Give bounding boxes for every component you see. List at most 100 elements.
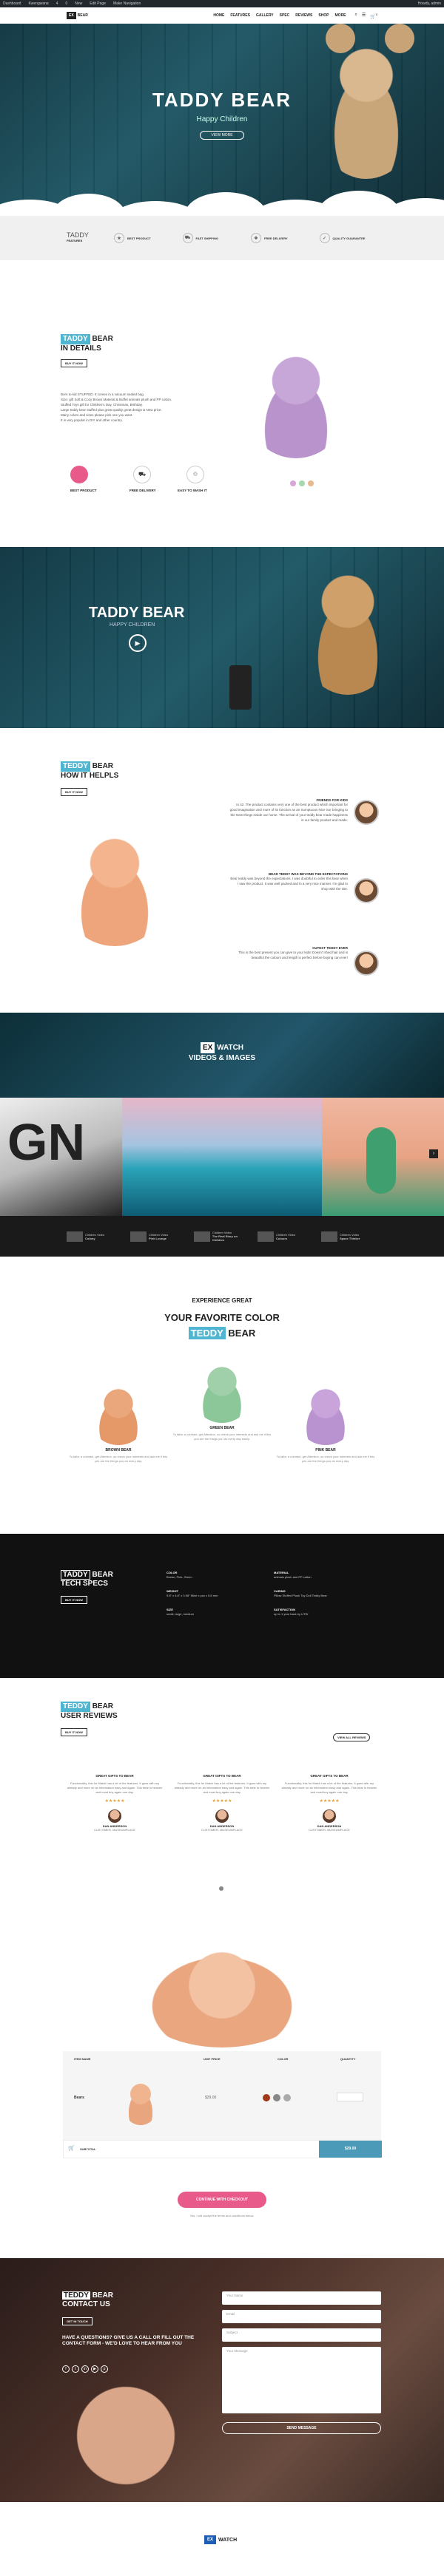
admin-item[interactable]: Kwengwana <box>28 1 48 6</box>
admin-user[interactable]: Howdy, admin <box>418 1 441 6</box>
avatar <box>215 1809 229 1823</box>
play-icon[interactable]: ▶ <box>129 634 147 652</box>
twitter-icon[interactable]: t <box>72 2365 79 2373</box>
subject-field[interactable]: Subject <box>222 2328 381 2342</box>
peach-bear-image <box>59 828 170 946</box>
features-strip: TADDY FEATURES ★ BEST PRODUCT ⛟ FAST SHI… <box>0 216 444 260</box>
spec-item: SATISFACTION up to 1 year back by UTW <box>274 1608 309 1616</box>
menu-item[interactable]: GALLERY <box>256 13 274 18</box>
how-it-helps-section: TEDDY BEAR HOW IT HELPLS BUY IT NOW FRIE… <box>0 754 444 990</box>
admin-item[interactable]: Edit Page <box>90 1 106 6</box>
menu-item[interactable]: SPEC <box>280 13 290 18</box>
spec-item: SIZE small, large, medium <box>166 1608 194 1616</box>
cart-item-name: Bears <box>74 2096 84 2100</box>
colors-section: EXPERIENCE GREAT YOUR FAVORITE COLOR TED… <box>0 1290 444 1526</box>
facebook-icon[interactable]: f <box>62 2365 70 2373</box>
logo-box: EX <box>67 12 76 19</box>
menu-item[interactable]: REVIEWS <box>295 13 312 18</box>
menu-item[interactable]: FEATURES <box>230 13 250 18</box>
video-item[interactable]: Children Video Colony <box>67 1222 123 1251</box>
video-item[interactable]: Children Video The Real Story on Children <box>194 1222 250 1251</box>
color-swatch[interactable] <box>263 2094 270 2101</box>
site-logo[interactable]: EX BEAR <box>67 12 88 19</box>
feature-item: ❖ FREE DELIVERY <box>251 233 309 243</box>
message-field[interactable]: Your Message <box>222 2347 381 2413</box>
videos-header: EX WATCH VIDEOS & IMAGES <box>0 1013 444 1098</box>
icon-label: EASY TO WASH IT <box>178 489 207 492</box>
video-subtitle: HAPPY CHILDREN <box>110 622 155 628</box>
color-card[interactable]: GREEN BEAR To tailor a contract, get Att… <box>170 1364 274 1441</box>
color-swatch[interactable] <box>308 480 314 486</box>
admin-item[interactable]: 4 <box>56 1 58 6</box>
view-reviews-button[interactable]: VIEW ALL REVIEWS <box>333 1733 371 1741</box>
pinterest-icon[interactable]: p <box>101 2365 108 2373</box>
checkout-button[interactable]: CONTINUE WITH CHECKOUT <box>178 2192 266 2208</box>
linkedin-icon[interactable]: in <box>81 2365 89 2373</box>
buy-now-button[interactable]: BUY IT NOW <box>61 359 87 367</box>
hero-subtitle: Happy Children <box>196 115 248 123</box>
cloud-divider <box>0 186 444 216</box>
avatar <box>323 1809 336 1823</box>
feature-item: ✓ QUALITY GUARANTEE <box>319 233 378 243</box>
menu-item[interactable]: HOME <box>213 13 224 18</box>
quantity-stepper[interactable] <box>337 2093 363 2101</box>
feature-item: ★ BEST PRODUCT <box>114 233 172 243</box>
gallery-image[interactable] <box>322 1098 444 1216</box>
bear-image <box>296 562 400 695</box>
shield-icon: ✓ <box>319 233 330 243</box>
admin-item[interactable]: New <box>75 1 82 6</box>
name-field[interactable]: Your Name <box>222 2291 381 2305</box>
color-swatch[interactable] <box>283 2094 291 2101</box>
contact-section: TEDDY BEAR CONTACT US GET IN TOUCH HAVE … <box>0 2258 444 2502</box>
gallery-image[interactable]: GN <box>0 1098 122 1216</box>
details-heading: TADDY BEAR IN DETAILS <box>61 334 113 353</box>
admin-item[interactable]: 0 <box>66 1 68 6</box>
view-more-button[interactable]: VIEW MORE <box>200 131 244 140</box>
buy-now-button[interactable]: BUY IT NOW <box>61 788 87 796</box>
admin-bar: Dashboard Kwengwana 4 0 New Edit Page Ma… <box>0 0 444 7</box>
footer: EX WATCH <box>0 2502 444 2576</box>
search-icon[interactable]: ⌕ <box>355 13 357 19</box>
green-bear-image <box>192 1364 252 1423</box>
cart-subtotal-bar: 🛒 SUBTOTAL $29.00 <box>63 2140 382 2158</box>
menu-item[interactable]: SHOP <box>318 13 329 18</box>
color-swatch[interactable] <box>299 480 305 486</box>
buy-now-button[interactable]: BUY IT NOW <box>61 1728 87 1736</box>
heart-icon <box>70 466 88 483</box>
cart-table: ITEM NAME UNIT PRICE COLOR QUANTITY Bear… <box>63 2051 381 2140</box>
color-swatch[interactable] <box>273 2094 280 2101</box>
avatar <box>354 951 379 976</box>
get-in-touch-button[interactable]: GET IN TOUCH <box>62 2317 92 2325</box>
youtube-icon[interactable]: ▶ <box>91 2365 98 2373</box>
color-card[interactable]: BROWN BEAR To tailor a contract, get Att… <box>67 1386 170 1464</box>
send-message-button[interactable]: SEND MESSAGE <box>222 2422 381 2434</box>
howhelps-heading: TEDDY BEAR HOW IT HELPLS <box>61 761 119 780</box>
spec-item: COLOR Brown, Pink, Green <box>166 1571 192 1579</box>
color-card[interactable]: PINK BEAR To tailor a contract, get Atte… <box>274 1386 377 1464</box>
gallery-image[interactable] <box>122 1098 322 1216</box>
admin-item[interactable]: Dashboard <box>3 1 21 6</box>
buy-now-button[interactable]: BUY IT NOW <box>61 1596 87 1604</box>
next-arrow-icon[interactable]: › <box>429 1149 438 1158</box>
icon-label: BEST PRODUCT <box>70 489 97 492</box>
contact-heading: TEDDY BEAR CONTACT US <box>62 2291 114 2308</box>
cart-icon[interactable]: 🛒0 <box>370 13 377 19</box>
tech-specs-section: TADDY BEAR TECH SPECS BUY IT NOW COLOR Br… <box>0 1534 444 1678</box>
colors-subtitle: TEDDY BEAR <box>0 1327 444 1339</box>
menu-icon[interactable]: ☰ <box>362 13 366 19</box>
top-nav: EX BEAR HOME FEATURES GALLERY SPEC REVIE… <box>0 7 444 24</box>
trophy-icon: ★ <box>114 233 124 243</box>
pager-dot[interactable] <box>219 1886 223 1891</box>
subtotal-value: $29.00 <box>319 2141 382 2158</box>
video-item[interactable]: Children Video Pink Lounge <box>130 1222 186 1251</box>
menu-item[interactable]: MORE <box>335 13 346 18</box>
color-swatch[interactable] <box>290 480 296 486</box>
baby-image <box>44 2376 207 2502</box>
avatar <box>354 878 379 903</box>
video-item[interactable]: Children Video Colours <box>258 1222 314 1251</box>
features-title: TADDY FEATURES <box>67 231 89 243</box>
video-item[interactable]: Children Video Space Thinker <box>321 1222 377 1251</box>
admin-item[interactable]: Make Navigation <box>113 1 141 6</box>
email-field[interactable]: Email <box>222 2310 381 2323</box>
footer-logo[interactable]: EX WATCH <box>204 2535 237 2544</box>
